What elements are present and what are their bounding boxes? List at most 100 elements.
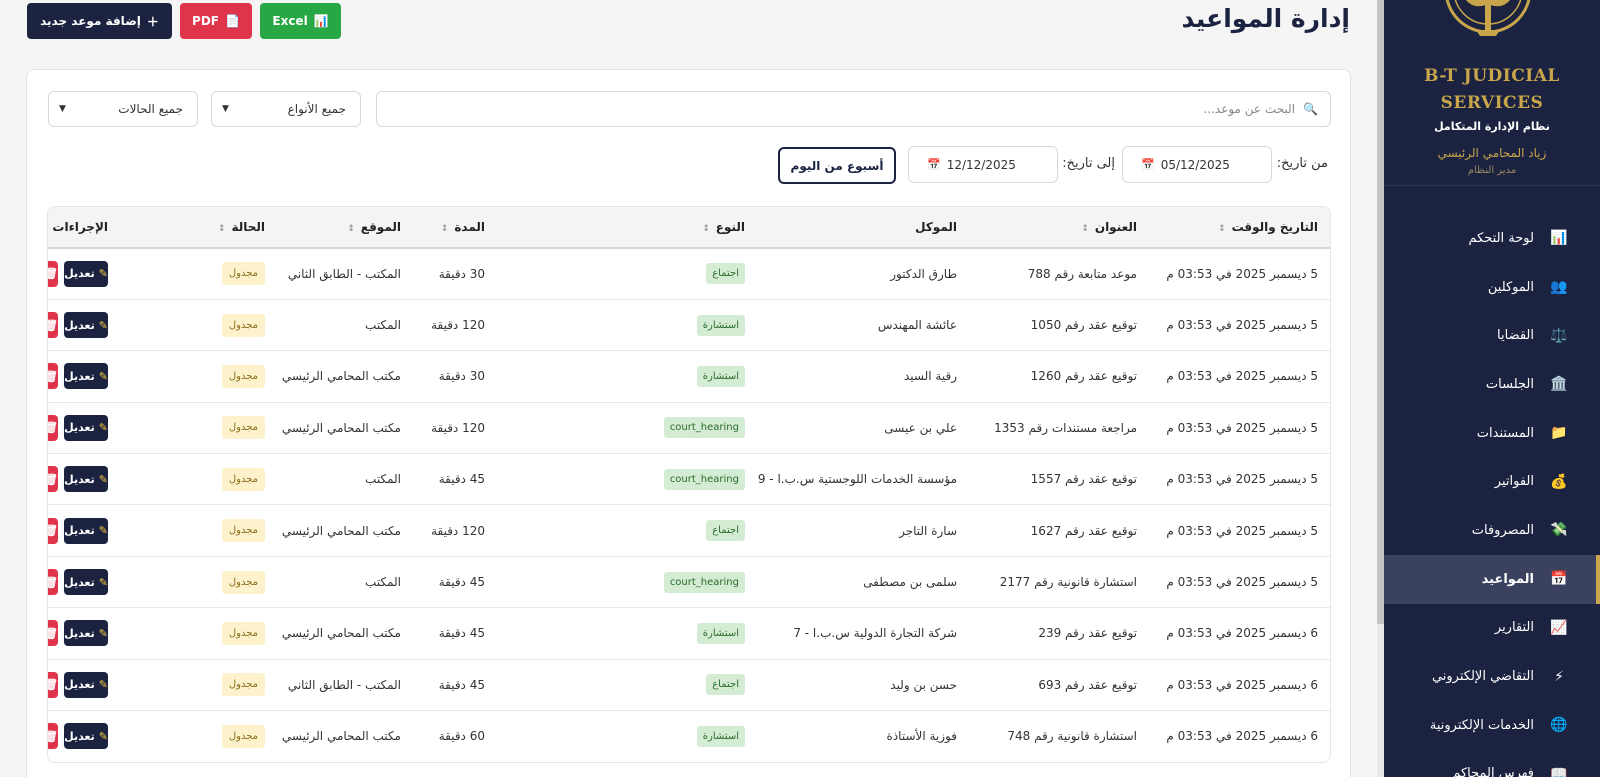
- edit-button[interactable]: ✎ تعديل: [64, 517, 108, 544]
- delete-button[interactable]: 🗑حذف: [48, 260, 59, 287]
- trash-icon: 🗑: [48, 267, 58, 280]
- actions-cell: ✎تعديل 🗑حذف: [48, 659, 120, 712]
- status-cell: مجدول: [120, 402, 277, 455]
- edit-label: تعديل: [64, 369, 95, 383]
- sort-icon[interactable]: ↕: [1081, 224, 1089, 234]
- edit-button[interactable]: ✎ تعديل: [64, 569, 108, 596]
- column-header-label: الإجراءات: [52, 220, 108, 234]
- duration-cell: 45 دقيقة: [413, 556, 497, 609]
- column-header[interactable]: الموقع ↕: [277, 207, 413, 249]
- status-cell: مجدول: [120, 504, 277, 557]
- sort-icon[interactable]: ↕: [702, 224, 710, 234]
- export-excel-button[interactable]: 📊 Excel: [260, 3, 341, 39]
- type-badge: استشارة: [696, 365, 745, 387]
- actions-cell: ✎تعديل 🗑حذف: [48, 453, 120, 506]
- sidebar-item[interactable]: 📅 المواعيد: [1384, 554, 1600, 604]
- client-cell: حسن بن وليد: [757, 659, 969, 712]
- type-badge: court_hearing: [663, 571, 745, 593]
- sort-icon[interactable]: ↕: [218, 224, 226, 234]
- table-body: 5 ديسمبر 2025 في 03:53 م موعد متابعة رقم …: [48, 248, 1330, 762]
- sidebar-item[interactable]: 👥 الموكلين: [1384, 263, 1600, 312]
- delete-button[interactable]: 🗑حذف: [48, 569, 59, 596]
- from-date-input[interactable]: 05/12/2025 📅: [1122, 146, 1272, 183]
- users-icon: 👥: [1550, 279, 1568, 296]
- sort-icon[interactable]: ↕: [347, 224, 355, 234]
- row-actions: ✎تعديل 🗑حذف: [48, 260, 108, 287]
- search-icon: 🔍: [1303, 102, 1318, 116]
- sort-icon[interactable]: ↕: [1218, 224, 1226, 234]
- table-row: 5 ديسمبر 2025 في 03:53 م مراجعة مستندات ر…: [48, 402, 1330, 455]
- pencil-icon: ✎: [98, 729, 108, 743]
- location-cell: المكتب - الطابق الثاني: [277, 248, 413, 300]
- edit-button[interactable]: ✎ تعديل: [64, 671, 108, 698]
- search-input[interactable]: 🔍 البحث عن موعد...: [376, 91, 1331, 127]
- sidebar-item[interactable]: ⚡ التقاضي الإلكتروني: [1384, 652, 1600, 701]
- add-appointment-button[interactable]: ＋ إضافة موعد جديد: [27, 3, 172, 39]
- column-header[interactable]: النوع ↕: [497, 207, 757, 249]
- column-header[interactable]: الحالة ↕: [120, 207, 277, 249]
- sidebar-item[interactable]: 💰 الفواتير: [1384, 457, 1600, 506]
- delete-button[interactable]: 🗑حذف: [48, 312, 59, 339]
- column-header[interactable]: العنوان ↕: [969, 207, 1149, 249]
- edit-button[interactable]: ✎ تعديل: [64, 466, 108, 493]
- edit-button[interactable]: ✎ تعديل: [64, 312, 108, 339]
- edit-button[interactable]: ✎ تعديل: [64, 723, 108, 750]
- column-header-label: التاريخ والوقت: [1231, 220, 1318, 234]
- table-header: التاريخ والوقت↕ العنوان↕ الموكل النوع↕ المدة…: [48, 207, 1330, 249]
- brand-title: B-T JUDICIAL SERVICES: [1384, 63, 1600, 117]
- appointments-table: التاريخ والوقت↕ العنوان↕ الموكل النوع↕ المدة…: [47, 206, 1331, 763]
- sidebar-item[interactable]: ⚖️ القضايا: [1384, 311, 1600, 360]
- export-pdf-button[interactable]: 📄 PDF: [180, 3, 252, 39]
- from-date-value: 05/12/2025: [1160, 157, 1230, 172]
- edit-button[interactable]: ✎ تعديل: [64, 620, 108, 647]
- sidebar-item-label: الفواتير: [1494, 474, 1534, 490]
- to-date-value: 12/12/2025: [946, 157, 1016, 172]
- type-badge: استشارة: [696, 314, 745, 336]
- to-date-input[interactable]: 12/12/2025 📅: [908, 146, 1058, 183]
- folder-icon: 📁: [1550, 425, 1568, 442]
- status-badge: مجدول: [221, 262, 265, 286]
- calendar-icon[interactable]: 📅: [927, 158, 941, 171]
- trash-icon: 🗑: [48, 421, 58, 434]
- column-header[interactable]: التاريخ والوقت ↕: [1149, 207, 1330, 249]
- sidebar-item[interactable]: 📊 لوحة التحكم: [1384, 214, 1600, 263]
- edit-label: تعديل: [64, 729, 95, 743]
- delete-button[interactable]: 🗑حذف: [48, 517, 59, 544]
- delete-button[interactable]: 🗑حذف: [48, 363, 59, 390]
- sidebar-item-label: الخدمات الإلكترونية: [1429, 717, 1534, 733]
- user-role: مدير النظام: [1467, 165, 1517, 176]
- status-cell: مجدول: [120, 556, 277, 609]
- edit-button[interactable]: ✎ تعديل: [64, 260, 108, 287]
- delete-button[interactable]: 🗑حذف: [48, 466, 59, 493]
- calendar-icon[interactable]: 📅: [1141, 158, 1155, 171]
- week-from-today-button[interactable]: أسبوع من اليوم: [778, 147, 896, 184]
- actions-cell: ✎تعديل 🗑حذف: [48, 504, 120, 557]
- delete-button[interactable]: 🗑حذف: [48, 671, 59, 698]
- sidebar-item[interactable]: 🌐 الخدمات الإلكترونية: [1384, 701, 1600, 750]
- sidebar-item[interactable]: 📁 المستندات: [1384, 409, 1600, 458]
- status-filter-select[interactable]: جميع الحالات ▼: [48, 91, 198, 127]
- edit-button[interactable]: ✎ تعديل: [64, 363, 108, 390]
- actions-cell: ✎تعديل 🗑حذف: [48, 299, 120, 352]
- sidebar-item[interactable]: 💸 المصروفات: [1384, 506, 1600, 555]
- status-badge: مجدول: [221, 313, 265, 337]
- sidebar-item[interactable]: 🏛️ الجلسات: [1384, 360, 1600, 409]
- status-badge: مجدول: [221, 673, 265, 697]
- edit-label: تعديل: [64, 575, 95, 589]
- title-cell: استشارة قانونية رقم 2177: [969, 556, 1149, 609]
- edit-button[interactable]: ✎ تعديل: [64, 414, 108, 441]
- sidebar-item[interactable]: 📖 فهرس المحاكم: [1384, 750, 1600, 777]
- chevron-down-icon: ▼: [222, 104, 229, 114]
- sidebar-item-label: لوحة التحكم: [1468, 230, 1534, 246]
- page-scrollbar-thumb[interactable]: [1377, 0, 1384, 624]
- table-row: 6 ديسمبر 2025 في 03:53 م توقيع عقد رقم 69…: [48, 659, 1330, 712]
- delete-button[interactable]: 🗑حذف: [48, 620, 59, 647]
- type-filter-select[interactable]: جميع الأنواع ▼: [211, 91, 361, 127]
- column-header[interactable]: المدة ↕: [413, 207, 497, 249]
- title-cell: توقيع عقد رقم 1557: [969, 453, 1149, 506]
- edit-label: تعديل: [64, 524, 95, 538]
- sort-icon[interactable]: ↕: [441, 224, 449, 234]
- delete-button[interactable]: 🗑حذف: [48, 414, 59, 441]
- sidebar-item[interactable]: 📈 التقارير: [1384, 604, 1600, 653]
- delete-button[interactable]: 🗑حذف: [48, 723, 59, 750]
